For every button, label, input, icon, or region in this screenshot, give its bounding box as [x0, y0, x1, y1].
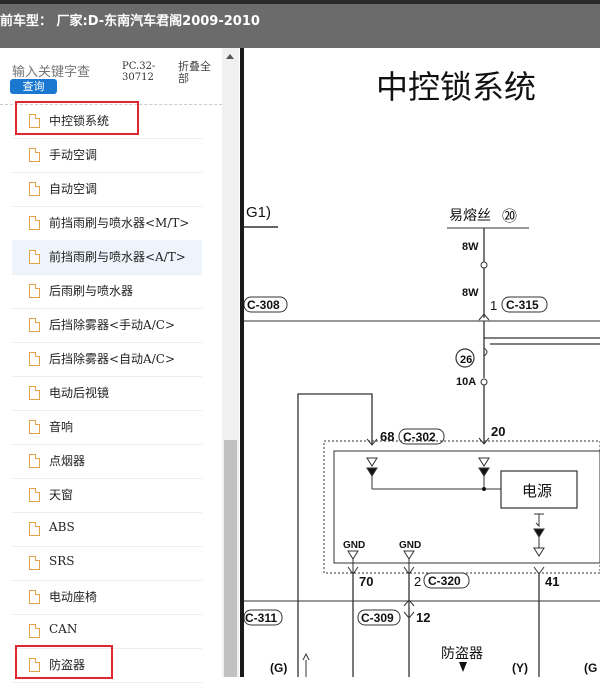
document-icon: [29, 522, 40, 536]
wiring-diagram-svg: 中控锁系统 G1) 易熔丝 ⑳ 8W 8W C-308 1 C-315 26 1…: [244, 68, 600, 677]
document-icon: [29, 250, 40, 264]
tree-item[interactable]: 后挡除雾器<手动A/C>: [12, 308, 202, 343]
tree-item[interactable]: 电动座椅: [12, 580, 202, 615]
pin-70: 70: [359, 574, 373, 589]
connector-c311: C-311: [245, 611, 277, 625]
fuse-26: 26: [460, 354, 472, 366]
pin-41: 41: [545, 574, 559, 589]
document-icon: [29, 454, 40, 468]
wire-8w-top: 8W: [462, 241, 479, 253]
tree-item[interactable]: 前挡雨刷与喷水器<A/T>: [12, 240, 202, 275]
window-title: 前车型： 厂家:D-东南汽车君阁2009-2010: [0, 14, 260, 29]
tree-item-label: 后雨刷与喷水器: [49, 284, 134, 298]
document-icon: [29, 148, 40, 162]
tree-item-label: 自动空调: [49, 182, 98, 196]
wiring-diagram: 中控锁系统 G1) 易熔丝 ⑳ 8W 8W C-308 1 C-315 26 1…: [244, 48, 600, 677]
tree-item[interactable]: SRS: [12, 546, 202, 581]
tree-item[interactable]: 天窗: [12, 478, 202, 513]
document-icon: [29, 182, 40, 196]
tree-item-label: 电动后视镜: [49, 386, 110, 400]
connector-c308: C-308: [247, 298, 280, 312]
tree-item-label: ABS: [49, 520, 75, 534]
document-icon: [29, 590, 40, 604]
search-button[interactable]: 查询: [10, 79, 57, 94]
antitheft-label: 防盗器: [441, 646, 483, 662]
tree-item[interactable]: CAN: [12, 614, 202, 649]
pin-2: 2: [414, 574, 421, 589]
document-icon: [29, 420, 40, 434]
document-icon: [29, 624, 40, 638]
wire-color-g2: (G: [584, 661, 597, 675]
gnd-label-1: GND: [343, 540, 365, 551]
pin-20: 20: [491, 424, 505, 439]
connector-c320: C-320: [428, 574, 461, 588]
tree-item[interactable]: 音响: [12, 410, 202, 445]
sidebar-scrollbar[interactable]: [222, 48, 239, 677]
pin-1: 1: [490, 298, 497, 313]
search-row: 查询 PC.32-30712 折叠全部: [0, 48, 222, 105]
tree-item-label: 电动座椅: [49, 590, 98, 604]
tree-item[interactable]: 点烟器: [12, 444, 202, 479]
document-icon: [29, 386, 40, 400]
tree-item[interactable]: 前挡雨刷与喷水器<M/T>: [12, 206, 202, 241]
wire-8w-bottom: 8W: [462, 287, 479, 299]
document-icon: [29, 352, 40, 366]
power-label: 电源: [522, 482, 552, 500]
g1-label: G1): [246, 204, 271, 221]
tree-item-label: 后挡除雾器<手动A/C>: [49, 318, 176, 332]
connector-c309: C-309: [361, 611, 394, 625]
scroll-up-arrow-icon[interactable]: [222, 48, 239, 65]
document-icon: [29, 556, 40, 570]
tree-item-label: 前挡雨刷与喷水器<A/T>: [49, 250, 186, 264]
tree-item-label: 手动空调: [49, 148, 98, 162]
wire-color-g: (G): [270, 661, 287, 675]
highlight-box: [15, 101, 139, 135]
tree-item[interactable]: 电动后视镜: [12, 376, 202, 411]
pc-code-label: PC.32-30712: [122, 61, 156, 83]
tree-item-label: CAN: [49, 622, 78, 636]
fuse-number: ⑳: [502, 207, 517, 225]
gnd-label-2: GND: [399, 540, 421, 551]
document-icon: [29, 318, 40, 332]
pin-68: 68: [380, 429, 394, 444]
title-bar: 前车型： 厂家:D-东南汽车君阁2009-2010: [0, 0, 600, 48]
highlight-box: [15, 645, 113, 679]
tree-item-label: SRS: [49, 554, 75, 568]
tree-item[interactable]: 手动空调: [12, 138, 202, 173]
collapse-all-link[interactable]: 折叠全部: [178, 61, 218, 85]
fuse-label: 易熔丝: [449, 208, 491, 224]
document-icon: [29, 488, 40, 502]
tree-item[interactable]: 后雨刷与喷水器: [12, 274, 202, 309]
fuse-10a: 10A: [456, 376, 476, 388]
connector-c302: C-302: [403, 430, 436, 444]
tree-item[interactable]: 后挡除雾器<自动A/C>: [12, 342, 202, 377]
diagram-title: 中控锁系统: [376, 68, 536, 106]
pin-12: 12: [416, 610, 430, 625]
tree-item[interactable]: ABS: [12, 512, 202, 547]
document-icon: [29, 284, 40, 298]
tree-item-label: 音响: [49, 420, 74, 434]
scroll-thumb[interactable]: [224, 440, 237, 677]
tree-item-label: 后挡除雾器<自动A/C>: [49, 352, 176, 366]
connector-c315: C-315: [506, 298, 539, 312]
tree-item-label: 天窗: [49, 488, 74, 502]
tab-strip: [0, 0, 600, 4]
document-icon: [29, 216, 40, 230]
sidebar: 查询 PC.32-30712 折叠全部 中控锁系统手动空调自动空调前挡雨刷与喷水…: [0, 48, 240, 683]
wire-color-y: (Y): [512, 661, 528, 675]
tree-item-label: 点烟器: [49, 454, 86, 468]
tree-item-label: 前挡雨刷与喷水器<M/T>: [49, 216, 190, 230]
tree-item[interactable]: 自动空调: [12, 172, 202, 207]
